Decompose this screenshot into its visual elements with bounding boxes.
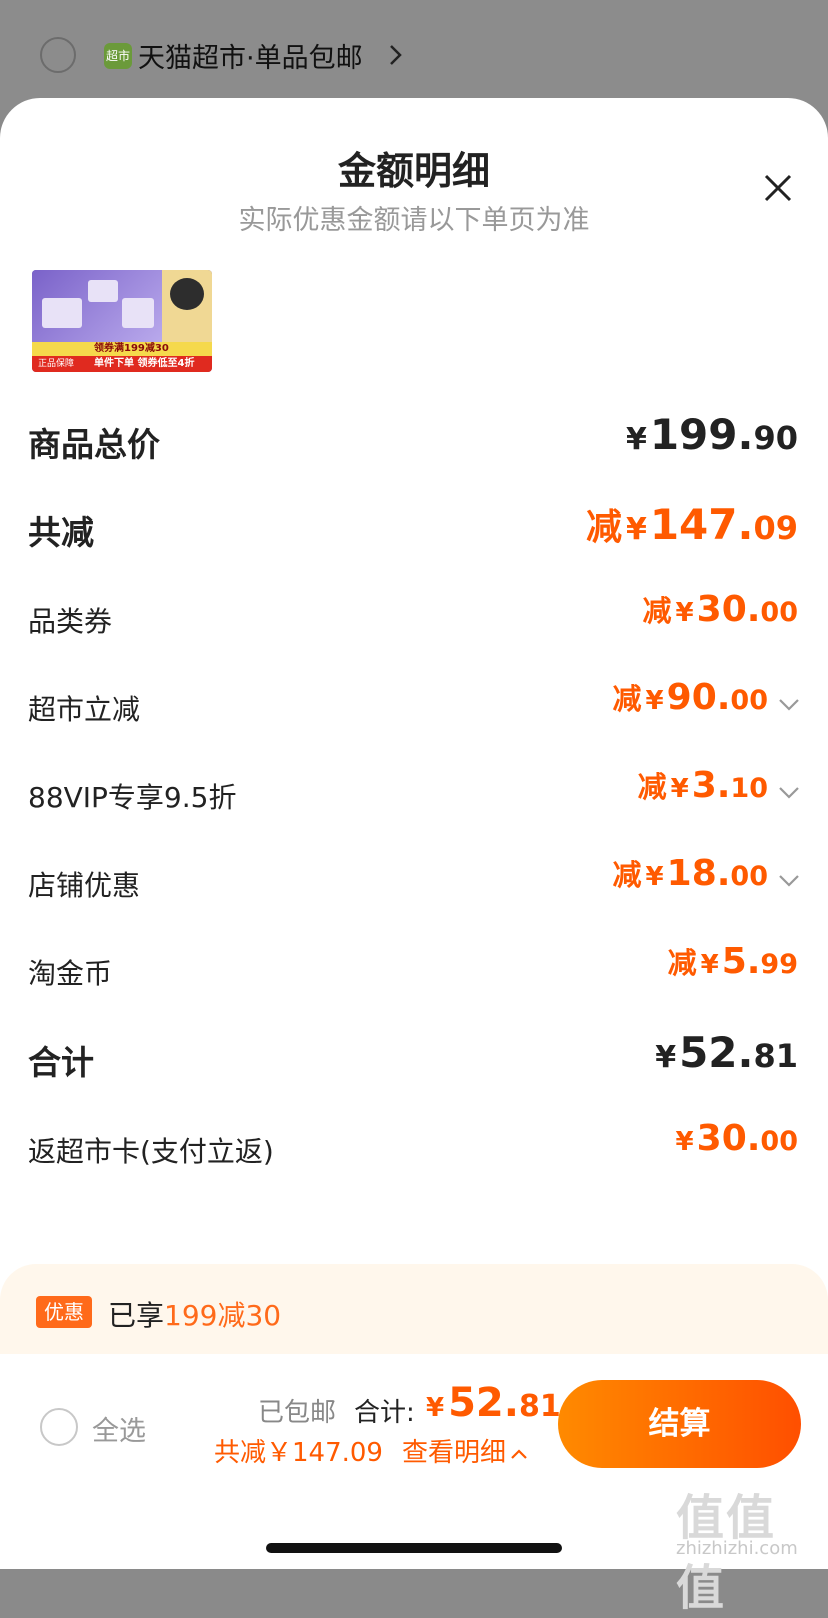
chevron-down-icon[interactable] xyxy=(778,786,800,800)
tmall-cat-icon xyxy=(170,278,204,310)
subtotal-label: 合计 xyxy=(28,1043,94,1082)
row-store-discount[interactable]: 店铺优惠 减 ¥18. 00 xyxy=(0,852,828,912)
vip-discount-value: 减 ¥3. 10 xyxy=(637,765,768,806)
site-watermark: 值值值 zhizhizhi.com xyxy=(676,1490,798,1616)
row-market-discount[interactable]: 超市立减 减 ¥90. 00 xyxy=(0,676,828,736)
sheet-subtitle: 实际优惠金额请以下单页为准 xyxy=(238,205,590,236)
total-amount: ¥52. 81 xyxy=(426,1380,561,1426)
shop-select-radio[interactable] xyxy=(40,37,76,73)
subtotal-value: ¥52. 81 xyxy=(655,1028,798,1077)
row-total-discount: 共减 减 ¥147. 09 xyxy=(0,498,828,558)
select-all-radio[interactable] xyxy=(40,1408,78,1446)
total-discount-label: 共减 xyxy=(28,513,94,552)
chevron-up-icon xyxy=(511,1448,527,1459)
view-detail-link[interactable]: 查看明细 xyxy=(402,1432,528,1469)
select-all-label[interactable]: 全选 xyxy=(92,1409,146,1448)
shop-header: 超市 天猫超市·单品包邮 xyxy=(0,0,828,110)
coupon-band: 领券满199减30 xyxy=(32,342,212,356)
tmall-supermarket-icon: 超市 xyxy=(104,43,132,69)
row-total-price: 商品总价 ¥199. 90 xyxy=(0,410,828,470)
vip-discount-label: 88VIP专享9.5折 xyxy=(28,781,237,814)
store-discount-value: 减 ¥18. 00 xyxy=(612,853,768,894)
chevron-right-icon[interactable] xyxy=(385,40,407,70)
coins-label: 淘金币 xyxy=(28,957,113,990)
market-discount-value: 减 ¥90. 00 xyxy=(612,677,768,718)
cashback-label: 返超市卡(支付立返) xyxy=(28,1135,274,1168)
total-price-label: 商品总价 xyxy=(28,425,160,464)
promo-tag: 优惠 xyxy=(36,1296,92,1328)
category-coupon-value: 减 ¥30. 00 xyxy=(642,589,798,630)
checkout-button[interactable]: 结算 xyxy=(558,1380,801,1468)
product-thumbnail[interactable]: 领券满199减30 正品保障 单件下单 领券低至4折 xyxy=(32,270,212,372)
row-category-coupon: 品类券 减 ¥30. 00 xyxy=(0,588,828,648)
store-discount-label: 店铺优惠 xyxy=(28,869,141,902)
category-coupon-label: 品类券 xyxy=(28,605,113,638)
chevron-down-icon[interactable] xyxy=(778,874,800,888)
total-discount-value: 减 ¥147. 09 xyxy=(585,500,798,549)
savings-summary: 共减￥147.09 xyxy=(214,1438,383,1468)
sheet-title: 金额明细 xyxy=(337,149,490,193)
row-vip-discount[interactable]: 88VIP专享9.5折 减 ¥3. 10 xyxy=(0,764,828,824)
market-discount-label: 超市立减 xyxy=(28,693,141,726)
amount-detail-sheet: 金额明细 实际优惠金额请以下单页为准 领券满199减30 正品保障 单件下单 领… xyxy=(0,98,828,1569)
total-label: 合计: xyxy=(354,1398,415,1428)
promo-text: 已享199减30 xyxy=(108,1299,282,1332)
row-cashback: 返超市卡(支付立返) ¥30. 00 xyxy=(0,1118,828,1178)
total-price-value: ¥199. 90 xyxy=(625,410,798,459)
shop-name[interactable]: 天猫超市·单品包邮 xyxy=(138,36,363,75)
free-shipping-label: 已包邮 xyxy=(258,1398,337,1428)
chevron-down-icon[interactable] xyxy=(778,698,800,712)
product-image-packs xyxy=(32,270,162,342)
coins-value: 减 ¥5. 99 xyxy=(667,941,798,982)
row-subtotal: 合计 ¥52. 81 xyxy=(0,1028,828,1088)
promo-strip: 优惠 已享199减30 xyxy=(0,1264,828,1354)
promo-band: 正品保障 单件下单 领券低至4折 xyxy=(32,356,212,372)
row-coins: 淘金币 减 ¥5. 99 xyxy=(0,940,828,1000)
cashback-value: ¥30. 00 xyxy=(675,1118,798,1159)
close-icon[interactable] xyxy=(760,170,796,206)
home-indicator[interactable] xyxy=(266,1543,562,1553)
